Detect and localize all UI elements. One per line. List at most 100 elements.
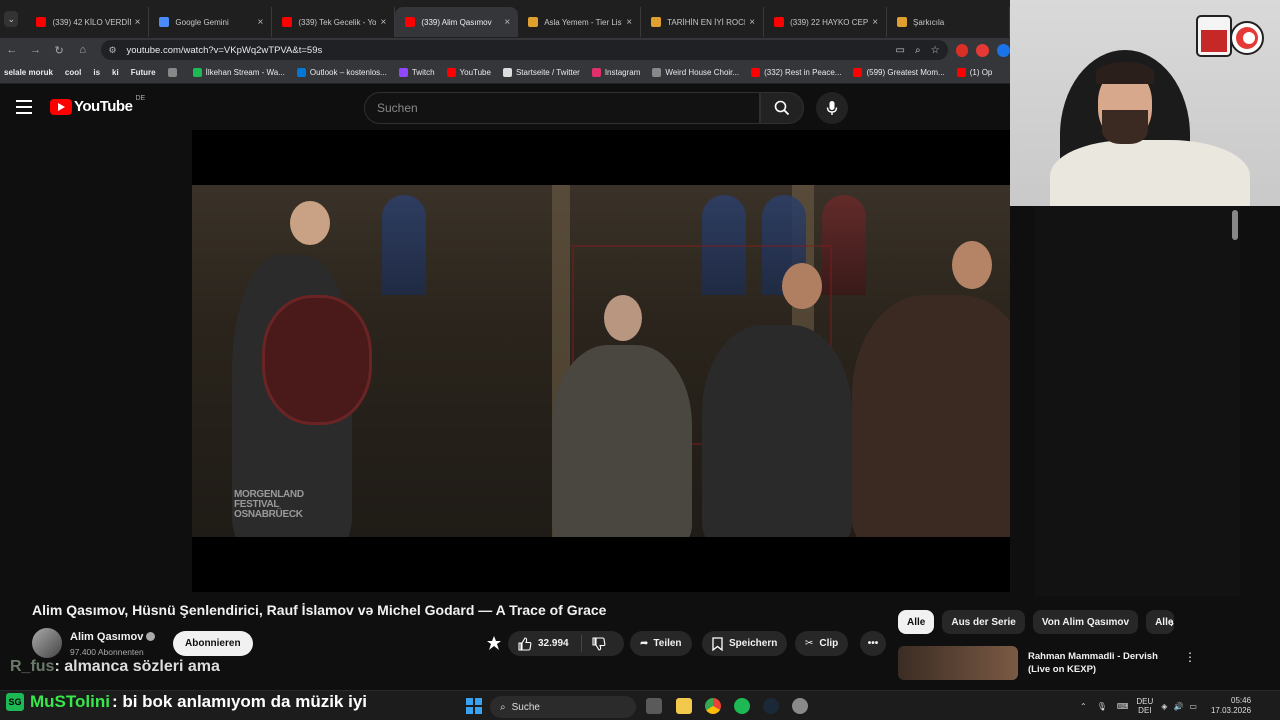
subscribe-button[interactable]: Abonnieren [173, 631, 253, 656]
filter-chip[interactable]: Von Alim Qasımov [1032, 610, 1139, 634]
home-icon[interactable]: ⌂ [71, 38, 95, 62]
battery-icon[interactable]: ▭ [1189, 702, 1197, 711]
tab-favicon-icon [405, 17, 416, 27]
browser-tab[interactable]: Google Gemini × [149, 7, 273, 37]
filter-chip[interactable]: Aus der Serie [942, 610, 1025, 634]
filter-chips: Alle Aus der Serie Von Alim Qasımov Alle [898, 610, 1175, 634]
recommendation-title[interactable]: Rahman Mammadli - Dervish (Live on KEXP) [1028, 650, 1178, 676]
spotify-icon[interactable] [734, 698, 750, 714]
chrome-icon[interactable] [705, 698, 721, 714]
language-indicator[interactable]: DEU DEI [1136, 697, 1153, 715]
bookmark-label: İlkehan Stream - Wa... [205, 68, 285, 77]
bookmark-item[interactable]: is [93, 68, 100, 77]
chevron-right-icon[interactable]: › [1170, 616, 1174, 630]
voice-search-button[interactable] [816, 92, 848, 124]
bookmark-icon [296, 68, 306, 77]
cast-icon[interactable]: ▭ [896, 45, 905, 56]
windows-start-icon[interactable] [466, 698, 482, 714]
zoom-icon[interactable]: ⌕ [915, 45, 921, 56]
url-text: youtube.com/watch?v=VKpWq2wTPVA&t=59s [126, 44, 323, 56]
close-tab-icon[interactable]: × [258, 17, 264, 28]
extension-icon[interactable] [955, 43, 969, 57]
chat-username: R_fus [10, 658, 55, 675]
browser-tab[interactable]: (339) 42 KİLO VERDİM! × [26, 7, 150, 37]
close-tab-icon[interactable]: × [749, 17, 755, 28]
close-tab-icon[interactable]: × [135, 17, 141, 28]
search-button[interactable] [760, 92, 804, 124]
file-explorer-icon[interactable] [676, 698, 692, 714]
address-bar[interactable]: ⚙ youtube.com/watch?v=VKpWq2wTPVA&t=59s … [100, 40, 948, 60]
bookmark-item[interactable]: (599) Greatest Mom... [853, 68, 945, 77]
bookmark-label: Twitch [411, 68, 435, 77]
recommendation-thumbnail[interactable] [898, 646, 1018, 680]
channel-avatar[interactable] [32, 628, 62, 658]
browser-tab[interactable]: (339) Alim Qasımov × [395, 7, 519, 37]
channel-name[interactable]: Alim Qasımov [70, 631, 143, 643]
settings-icon[interactable] [792, 698, 808, 714]
bookmark-item[interactable]: Startseite / Twitter [502, 68, 580, 77]
more-vertical-icon[interactable]: ⋮ [1184, 650, 1196, 664]
browser-tab[interactable]: Şarkıcıla [887, 7, 1010, 37]
steam-icon[interactable] [763, 698, 779, 714]
browser-tab[interactable]: (339) Tek Gecelik - YouT× [272, 7, 396, 37]
network-icon[interactable]: ◈ [1161, 702, 1167, 711]
bookmark-item[interactable] [167, 68, 181, 77]
hype-icon[interactable] [486, 635, 502, 651]
bookmark-item[interactable]: Instagram [591, 68, 640, 77]
scrollbar-thumb[interactable] [1232, 210, 1238, 240]
bookmark-icon [652, 68, 662, 77]
close-tab-icon[interactable]: × [872, 17, 878, 28]
bookmark-item[interactable]: selale moruk [4, 68, 53, 77]
reload-icon[interactable]: ↻ [47, 38, 71, 62]
bookmark-item[interactable]: Twitch [398, 68, 435, 77]
bookmark-item[interactable]: ki [112, 68, 119, 77]
taskbar-search[interactable]: ⌕ Suche [490, 696, 636, 718]
like-button[interactable]: 32.994 [508, 635, 582, 652]
tab-search-icon[interactable]: ⌄ [4, 11, 19, 27]
dislike-button[interactable] [582, 636, 606, 651]
close-tab-icon[interactable]: × [626, 17, 632, 28]
bookmark-item[interactable]: (332) Rest in Peace... [751, 68, 841, 77]
browser-tab[interactable]: (339) 22 HAYKO CEPKİN× [764, 7, 888, 37]
clock[interactable]: 05:46 17.03.2026 [1211, 696, 1251, 716]
close-tab-icon[interactable]: × [504, 17, 510, 28]
clip-button[interactable]: ✂ Clip [795, 631, 849, 656]
bookmark-icon [956, 68, 966, 77]
browser-tab[interactable]: TARİHİN EN İYİ ROCK M × [641, 7, 765, 37]
extension-icon[interactable] [997, 43, 1010, 57]
volume-icon[interactable]: 🔊 [1173, 702, 1183, 711]
task-view-icon[interactable] [646, 698, 662, 714]
bookmark-item[interactable]: İlkehan Stream - Wa... [192, 68, 285, 77]
bookmark-item[interactable]: Weird House Choir... [652, 68, 739, 77]
bookmark-item[interactable]: cool [65, 68, 81, 77]
keyboard-icon[interactable]: ⌨ [1117, 702, 1129, 711]
clip-label: Clip [819, 638, 839, 649]
bookmark-item[interactable]: Outlook – kostenlos... [296, 68, 387, 77]
chat-badge-icon: SG [6, 693, 24, 711]
forward-icon[interactable]: → [24, 38, 48, 62]
video-player[interactable]: MORGENLAND FESTIVAL OSNABRÜECK [192, 130, 1034, 592]
bookmark-item[interactable]: (1) Op [956, 68, 992, 77]
bookmark-item[interactable]: YouTube [446, 68, 491, 77]
search-input[interactable]: Suchen [364, 92, 760, 124]
save-button[interactable]: Speichern [702, 631, 788, 656]
menu-icon[interactable] [16, 100, 32, 114]
recommendation-item[interactable]: Rahman Mammadli - Dervish (Live on KEXP)… [898, 646, 1228, 680]
extension-icon[interactable] [976, 43, 990, 57]
filter-chip[interactable]: Alle [898, 610, 935, 634]
close-tab-icon[interactable]: × [380, 17, 386, 28]
youtube-logo[interactable]: YouTube DE [50, 95, 145, 115]
more-actions-button[interactable]: ••• [860, 631, 886, 656]
bookmark-star-icon[interactable]: ☆ [931, 45, 940, 56]
bookmark-item[interactable]: Future [131, 68, 156, 77]
microphone-icon[interactable]: 🎙 [1097, 702, 1107, 711]
site-info-icon[interactable]: ⚙ [109, 45, 121, 56]
language-code: DEU [1136, 697, 1154, 706]
verified-icon [146, 632, 155, 641]
streamer-logo-badge [1196, 15, 1264, 57]
chevron-up-icon[interactable]: ⌃ [1080, 702, 1087, 711]
back-icon[interactable]: ← [0, 38, 24, 62]
browser-tab[interactable]: Asla Yemem - Tier List, × [518, 7, 642, 37]
share-button[interactable]: ➦ Teilen [630, 631, 692, 656]
tab-title: (339) 22 HAYKO CEPKİN [790, 17, 869, 27]
